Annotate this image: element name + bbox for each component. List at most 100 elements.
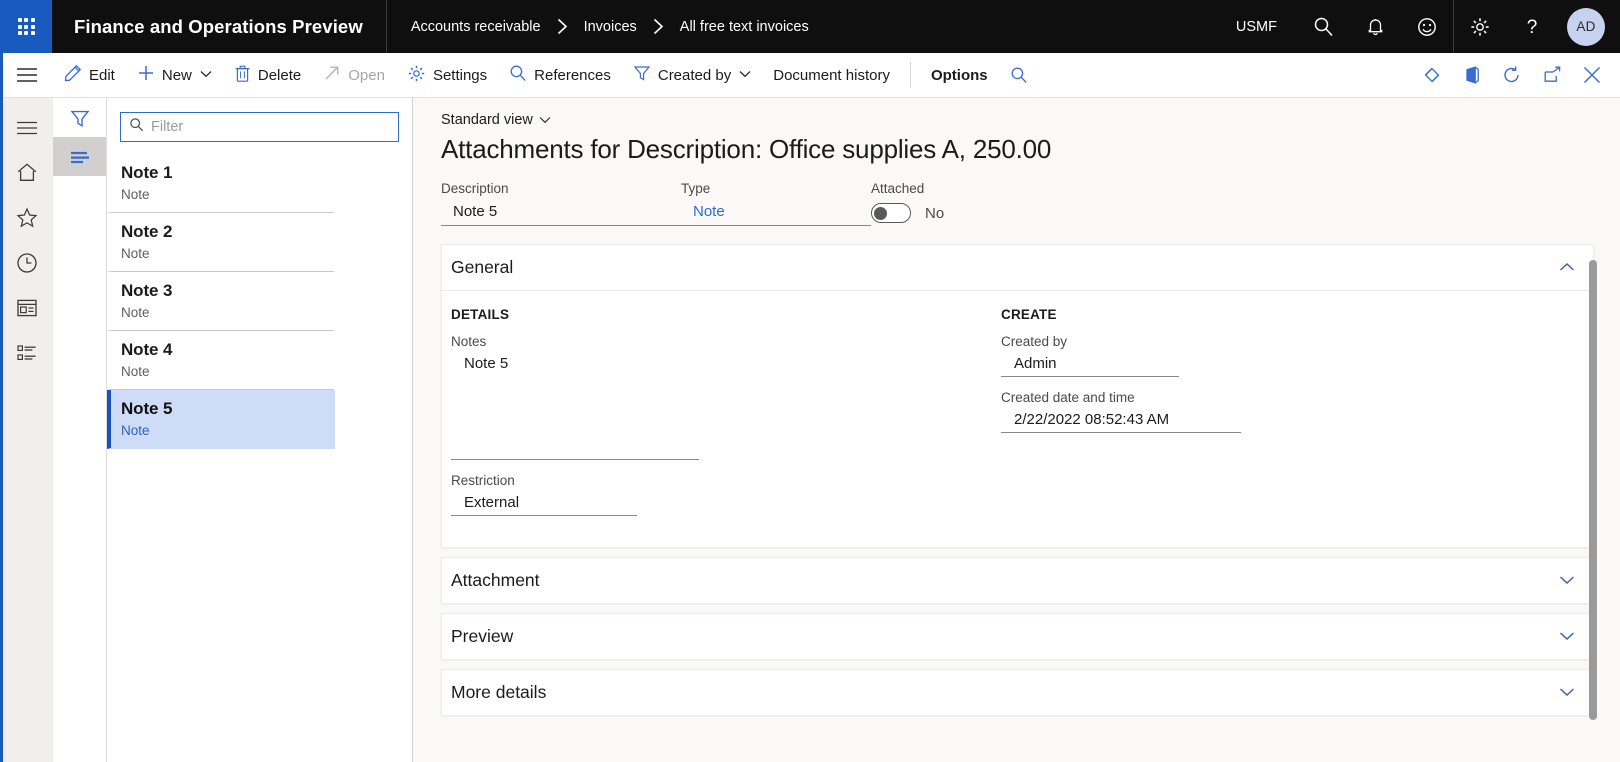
- document-history-button[interactable]: Document history: [762, 53, 901, 97]
- filter-box[interactable]: [120, 112, 399, 142]
- hamburger-icon[interactable]: [0, 105, 53, 150]
- list-item[interactable]: Note 1 Note: [107, 154, 334, 213]
- type-field-group: Type Note: [681, 181, 871, 226]
- document-history-label: Document history: [773, 67, 890, 84]
- general-section: General DETAILS Notes Note 5 Restriction: [441, 244, 1594, 548]
- list-item-title: Note 5: [121, 399, 335, 419]
- note-list-pane: Note 1 Note Note 2 Note Note 3 Note Note…: [107, 98, 413, 762]
- search-icon[interactable]: [1297, 0, 1349, 53]
- app-title: Finance and Operations Preview: [52, 16, 363, 38]
- command-search-icon[interactable]: [999, 53, 1039, 97]
- feedback-smiley-icon[interactable]: [1401, 0, 1453, 53]
- attached-state-text: No: [925, 205, 944, 222]
- more-details-section-header[interactable]: More details: [442, 670, 1593, 715]
- left-navigation-rail: [0, 98, 53, 762]
- list-item-subtitle: Note: [121, 187, 334, 202]
- chevron-up-icon[interactable]: [1559, 260, 1575, 275]
- chevron-down-icon[interactable]: [1559, 629, 1575, 644]
- general-section-header[interactable]: General: [442, 245, 1593, 290]
- filter-input[interactable]: [151, 119, 390, 135]
- attachment-section-header[interactable]: Attachment: [442, 558, 1593, 603]
- content-scrollbar-track[interactable]: [1587, 98, 1599, 762]
- list-item-title: Note 1: [121, 163, 334, 183]
- created-date-input[interactable]: 2/22/2022 08:52:43 AM: [1001, 408, 1241, 433]
- open-button: Open: [312, 53, 396, 97]
- new-button[interactable]: New: [126, 53, 223, 97]
- preview-section-title: Preview: [451, 626, 513, 647]
- app-root: Finance and Operations Preview Accounts …: [0, 0, 1620, 762]
- main-content: Standard view Attachments for Descriptio…: [413, 98, 1620, 762]
- svg-text:?: ?: [1527, 17, 1538, 38]
- share-diamond-icon[interactable]: [1412, 53, 1452, 97]
- attached-field-group: Attached No: [871, 181, 1061, 226]
- options-tab[interactable]: Options: [920, 53, 999, 97]
- list-item-subtitle: Note: [121, 305, 334, 320]
- breadcrumb: Accounts receivable Invoices All free te…: [387, 18, 809, 35]
- refresh-icon[interactable]: [1492, 53, 1532, 97]
- star-icon[interactable]: [0, 195, 53, 240]
- create-column: CREATE Created by Admin Created date and…: [699, 307, 1241, 529]
- search-icon: [129, 117, 144, 137]
- type-input[interactable]: Note: [681, 200, 871, 226]
- general-section-body: DETAILS Notes Note 5 Restriction Externa…: [442, 290, 1593, 547]
- filter-wrapper: [107, 98, 412, 142]
- description-label: Description: [441, 181, 681, 196]
- restriction-label: Restriction: [451, 473, 699, 488]
- workspace-icon[interactable]: [0, 285, 53, 330]
- list-item-selected[interactable]: Note 5 Note: [107, 390, 335, 449]
- home-icon[interactable]: [0, 150, 53, 195]
- chevron-down-icon: [539, 112, 551, 128]
- top-nav-right-group: USMF ? AD: [1216, 0, 1620, 53]
- clock-icon[interactable]: [0, 240, 53, 285]
- content-scrollbar-thumb[interactable]: [1589, 260, 1597, 720]
- command-bar-right-group: [1412, 53, 1620, 97]
- created-date-field: Created date and time 2/22/2022 08:52:43…: [1001, 390, 1241, 433]
- list-item[interactable]: Note 2 Note: [107, 213, 334, 272]
- close-icon[interactable]: [1572, 53, 1612, 97]
- delete-button[interactable]: Delete: [223, 53, 312, 97]
- gear-icon: [407, 64, 426, 87]
- list-item-subtitle: Note: [121, 364, 334, 379]
- funnel-icon: [633, 64, 651, 86]
- more-details-section: More details: [441, 669, 1594, 716]
- restriction-input[interactable]: External: [451, 491, 637, 516]
- app-launcher-waffle-icon[interactable]: [0, 0, 52, 53]
- pencil-icon: [64, 64, 82, 86]
- breadcrumb-item-accounts-receivable[interactable]: Accounts receivable: [411, 19, 541, 35]
- open-button-label: Open: [348, 67, 385, 84]
- breadcrumb-item-all-free-text-invoices[interactable]: All free text invoices: [680, 19, 809, 35]
- list-item-subtitle: Note: [121, 423, 335, 438]
- command-bar-divider: [910, 62, 911, 88]
- navigation-menu-icon[interactable]: [0, 53, 53, 97]
- description-field-group: Description Note 5: [441, 181, 681, 226]
- description-input[interactable]: Note 5: [441, 200, 681, 226]
- references-button[interactable]: References: [498, 53, 622, 97]
- office-app-icon[interactable]: [1452, 53, 1492, 97]
- filter-icon[interactable]: [53, 98, 106, 137]
- attached-toggle[interactable]: [871, 203, 911, 223]
- attachment-section: Attachment: [441, 557, 1594, 604]
- list-lines-icon[interactable]: [53, 137, 106, 176]
- preview-section-header[interactable]: Preview: [442, 614, 1593, 659]
- general-section-title: General: [451, 257, 513, 278]
- settings-button[interactable]: Settings: [396, 53, 498, 97]
- notification-bell-icon[interactable]: [1349, 0, 1401, 53]
- view-selector[interactable]: Standard view: [413, 98, 551, 128]
- popout-icon[interactable]: [1532, 53, 1572, 97]
- modules-list-icon[interactable]: [0, 330, 53, 375]
- chevron-down-icon[interactable]: [1559, 685, 1575, 700]
- notes-textarea[interactable]: Note 5: [451, 352, 699, 460]
- chevron-down-icon[interactable]: [1559, 573, 1575, 588]
- legal-entity-selector[interactable]: USMF: [1216, 19, 1297, 35]
- created-by-button-label: Created by: [658, 67, 731, 84]
- edit-button[interactable]: Edit: [53, 53, 126, 97]
- help-question-icon[interactable]: ?: [1506, 0, 1558, 53]
- list-item[interactable]: Note 4 Note: [107, 331, 334, 390]
- created-by-input[interactable]: Admin: [1001, 352, 1179, 377]
- new-button-label: New: [162, 67, 192, 84]
- breadcrumb-item-invoices[interactable]: Invoices: [584, 19, 637, 35]
- user-avatar[interactable]: AD: [1567, 8, 1605, 46]
- list-item[interactable]: Note 3 Note: [107, 272, 334, 331]
- created-by-button[interactable]: Created by: [622, 53, 762, 97]
- settings-gear-icon[interactable]: [1454, 0, 1506, 53]
